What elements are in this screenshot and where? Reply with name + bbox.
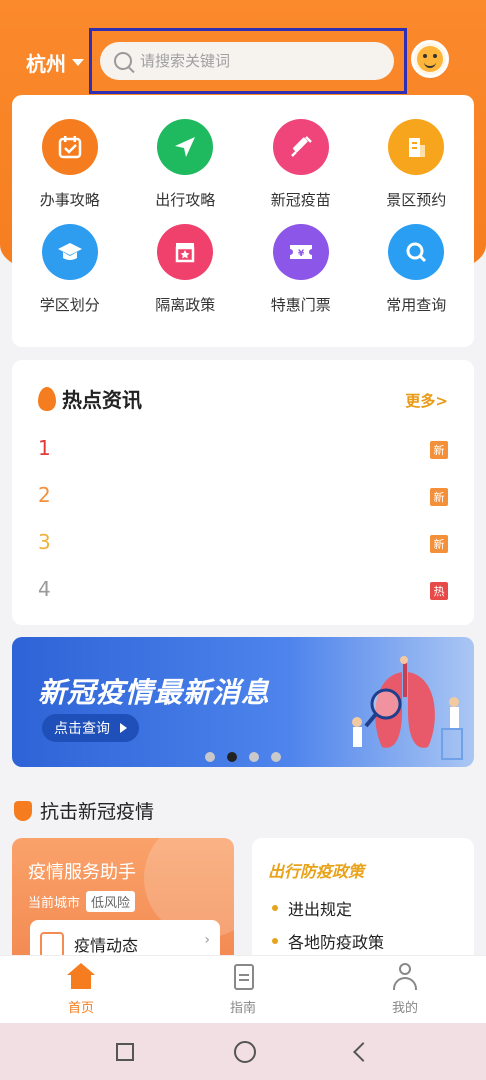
current-city-row: 当前城市 低风险 bbox=[28, 891, 136, 912]
more-link[interactable]: 更多> bbox=[405, 390, 448, 411]
news-title: 热点资讯 bbox=[62, 388, 142, 412]
home-circle-icon[interactable] bbox=[234, 1040, 256, 1063]
banner-query-button[interactable]: 点击查询 bbox=[42, 714, 139, 742]
news-rank: 1 bbox=[38, 436, 51, 460]
recent-apps-square-icon[interactable] bbox=[116, 1042, 134, 1061]
syringe-icon bbox=[272, 119, 329, 175]
section-title: 抗击新冠疫情 bbox=[40, 801, 155, 823]
home-icon bbox=[67, 963, 95, 991]
service-item[interactable]: 景区预约 bbox=[359, 119, 475, 210]
svg-text:¥: ¥ bbox=[298, 249, 305, 259]
policy-item[interactable]: 各地防疫政策 bbox=[272, 929, 384, 953]
news-item[interactable]: 3 新 bbox=[38, 530, 448, 560]
carousel-dot[interactable] bbox=[271, 752, 281, 762]
service-label: 出行攻略 bbox=[155, 191, 216, 209]
document-icon bbox=[229, 963, 257, 991]
tab-guide[interactable]: 指南 bbox=[162, 956, 324, 1023]
new-badge: 新 bbox=[430, 441, 448, 459]
bullet-icon bbox=[272, 938, 278, 944]
chevron-down-icon bbox=[72, 59, 84, 66]
service-item[interactable]: 常用查询 bbox=[359, 224, 475, 315]
policy-item[interactable]: 进出规定 bbox=[272, 896, 352, 920]
current-city-label: 当前城市 bbox=[28, 896, 81, 911]
hot-news-card: 热点资讯 更多> 1 新 2 新 3 新 4 热 bbox=[12, 360, 474, 625]
tab-label: 首页 bbox=[67, 1001, 94, 1016]
service-item[interactable]: 办事攻略 bbox=[12, 119, 128, 210]
search-icon bbox=[114, 52, 132, 70]
news-rank: 4 bbox=[38, 577, 51, 601]
service-item[interactable]: 隔离政策 bbox=[128, 224, 244, 315]
bullet-icon bbox=[272, 905, 278, 911]
smiley-mascot-icon bbox=[417, 46, 443, 72]
new-badge: 新 bbox=[430, 488, 448, 506]
shield-icon bbox=[14, 800, 32, 821]
section-header: 抗击新冠疫情 bbox=[14, 797, 154, 824]
service-label: 新冠疫苗 bbox=[270, 191, 331, 209]
epidemic-news-entry[interactable]: 疫情动态 › bbox=[30, 920, 220, 958]
back-arrow-icon[interactable] bbox=[353, 1041, 373, 1062]
policy-item-label: 进出规定 bbox=[288, 900, 353, 919]
user-icon bbox=[391, 963, 419, 991]
tab-mine[interactable]: 我的 bbox=[324, 956, 486, 1023]
service-item[interactable]: 学区划分 bbox=[12, 224, 128, 315]
carousel-dot[interactable] bbox=[249, 752, 259, 762]
city-selector[interactable]: 杭州 bbox=[26, 48, 84, 77]
banner-title: 新冠疫情最新消息 bbox=[38, 676, 271, 709]
city-label: 杭州 bbox=[26, 52, 66, 76]
news-item[interactable]: 1 新 bbox=[38, 436, 448, 466]
news-rank: 2 bbox=[38, 483, 51, 507]
lungs-doctors-illustration-icon bbox=[352, 656, 463, 760]
flame-icon bbox=[38, 386, 56, 411]
chevron-right-icon: › bbox=[204, 932, 210, 948]
carousel-dot[interactable] bbox=[205, 752, 215, 762]
risk-badge: 低风险 bbox=[86, 891, 136, 912]
avatar[interactable] bbox=[411, 40, 449, 78]
tab-label: 我的 bbox=[391, 1001, 418, 1016]
carousel-dots bbox=[205, 752, 281, 762]
hot-badge: 热 bbox=[430, 582, 448, 600]
entry-label: 疫情动态 bbox=[74, 936, 139, 955]
news-item[interactable]: 2 新 bbox=[38, 483, 448, 513]
service-label: 隔离政策 bbox=[155, 296, 216, 314]
tab-home[interactable]: 首页 bbox=[0, 956, 162, 1023]
service-item[interactable]: 出行攻略 bbox=[128, 119, 244, 210]
covid-banner[interactable]: 新冠疫情最新消息 点击查询 bbox=[12, 637, 474, 767]
service-label: 景区预约 bbox=[386, 191, 447, 209]
building-icon bbox=[388, 119, 445, 175]
bottom-tab-bar: 首页 指南 我的 bbox=[0, 955, 486, 1023]
service-label: 常用查询 bbox=[386, 296, 447, 314]
news-item[interactable]: 4 热 bbox=[38, 577, 448, 607]
new-badge: 新 bbox=[430, 535, 448, 553]
epidemic-assistant-card[interactable]: 疫情服务助手 当前城市 低风险 疫情动态 › bbox=[12, 838, 234, 958]
services-grid: 办事攻略 出行攻略 新冠疫苗 景区预约 学区划分 隔离政策 ¥ 特惠门票 常用查… bbox=[12, 95, 474, 315]
tab-label: 指南 bbox=[229, 1001, 256, 1016]
calendar-check-icon bbox=[41, 119, 98, 175]
news-header: 热点资讯 bbox=[38, 384, 142, 413]
search-icon bbox=[388, 224, 445, 280]
banner-button-label: 点击查询 bbox=[54, 721, 110, 737]
ticket-icon: ¥ bbox=[272, 224, 329, 280]
search-bar[interactable] bbox=[100, 42, 394, 80]
policy-title: 出行防疫政策 bbox=[268, 862, 365, 881]
play-arrow-icon bbox=[120, 723, 127, 733]
graduation-cap-icon bbox=[41, 224, 98, 280]
search-input[interactable] bbox=[140, 52, 360, 70]
service-label: 办事攻略 bbox=[39, 191, 100, 209]
paper-plane-icon bbox=[157, 119, 214, 175]
service-label: 特惠门票 bbox=[270, 296, 331, 314]
news-rank: 3 bbox=[38, 530, 51, 554]
service-item[interactable]: ¥ 特惠门票 bbox=[243, 224, 359, 315]
travel-policy-card[interactable]: 出行防疫政策 进出规定 各地防疫政策 bbox=[252, 838, 474, 958]
carousel-dot-active[interactable] bbox=[227, 752, 237, 762]
service-item[interactable]: 新冠疫苗 bbox=[243, 119, 359, 210]
policy-item-label: 各地防疫政策 bbox=[288, 933, 385, 952]
service-label: 学区划分 bbox=[39, 296, 100, 314]
quarantine-box-icon bbox=[157, 224, 214, 280]
system-navigation-bar bbox=[0, 1023, 486, 1080]
assistant-title: 疫情服务助手 bbox=[28, 862, 136, 883]
top-bar: 杭州 bbox=[0, 0, 486, 95]
services-card: 办事攻略 出行攻略 新冠疫苗 景区预约 学区划分 隔离政策 ¥ 特惠门票 常用查… bbox=[12, 95, 474, 347]
